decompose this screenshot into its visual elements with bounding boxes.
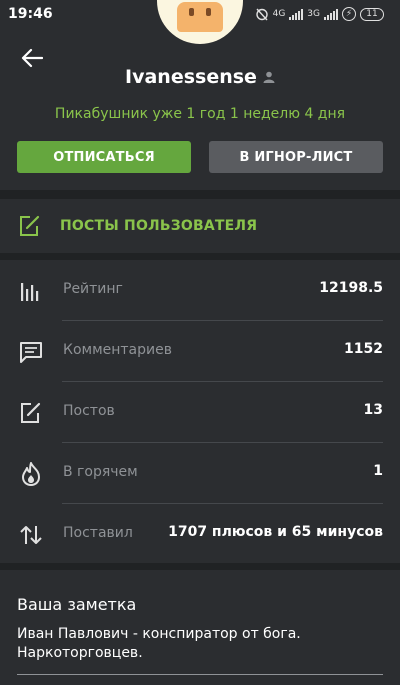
note-title: Ваша заметка [17,595,137,614]
stat-label: Комментариев [63,342,172,358]
user-icon [263,71,275,83]
stats-list: Рейтинг 12198.5 Комментариев 1152 Постов… [0,260,400,563]
alarm-off-icon [255,8,268,21]
stat-label: Поставил [63,525,133,541]
status-icons: 4G 3G ⚡ 11 [255,7,384,21]
flame-icon [18,461,44,487]
edit-icon [18,400,44,426]
user-posts-label: ПОСТЫ ПОЛЬЗОВАТЕЛЯ [60,218,258,234]
username: Ivanessense [125,66,257,88]
avatar-eye [206,8,211,16]
stat-row-comments: Комментариев 1152 [0,321,400,382]
signal-icon [324,8,338,20]
edit-icon [20,215,40,236]
unsubscribe-button[interactable]: ОТПИСАТЬСЯ [17,141,191,173]
network-type-2: 3G [307,9,320,19]
charging-icon: ⚡ [342,7,356,21]
network-type-1: 4G [272,9,286,19]
avatar-eye [189,8,194,16]
signal-icon [289,8,304,20]
back-arrow-icon [21,48,43,68]
sort-arrows-icon [18,522,44,548]
stat-row-hot: В горячем 1 [0,443,400,504]
stat-value: 1152 [344,341,383,357]
stat-value: 13 [363,402,383,418]
bar-chart-icon [18,278,44,304]
stat-value: 1707 плюсов и 65 минусов [168,524,383,540]
battery-level: 11 [360,7,384,21]
note-underline [17,674,383,675]
stat-row-posts: Постов 13 [0,382,400,443]
membership-duration: Пикабушник уже 1 год 1 неделю 4 дня [54,106,346,122]
stat-value: 1 [373,463,383,479]
comment-icon [18,339,44,365]
stat-label: Постов [63,403,115,419]
avatar-face [177,2,223,32]
ignore-list-button[interactable]: В ИГНОР-ЛИСТ [209,141,383,173]
username-row: Ivanessense [0,66,400,88]
user-note: Ваша заметка Иван Павлович - конспиратор… [0,570,400,685]
status-time: 19:46 [8,6,53,22]
note-text[interactable]: Иван Павлович - конспиратор от бога. Нар… [17,625,377,663]
stat-label: В горячем [63,464,138,480]
stat-row-rating: Рейтинг 12198.5 [0,260,400,321]
stat-row-votes: Поставил 1707 плюсов и 65 минусов [0,504,400,565]
user-posts-link[interactable]: ПОСТЫ ПОЛЬЗОВАТЕЛЯ [0,199,400,253]
stat-value: 12198.5 [319,280,383,296]
stat-label: Рейтинг [63,281,123,297]
